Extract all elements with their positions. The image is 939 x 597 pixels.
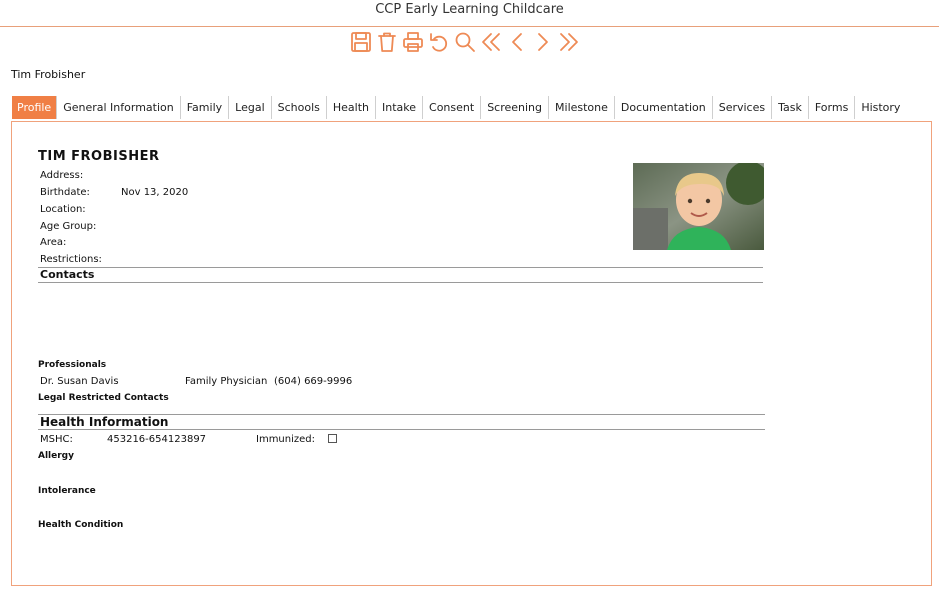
tab-schools[interactable]: Schools <box>270 96 326 119</box>
allergy-label: Allergy <box>38 451 74 461</box>
delete-button[interactable] <box>375 29 399 55</box>
tab-intake[interactable]: Intake <box>375 96 422 119</box>
area-label: Area: <box>40 237 67 248</box>
undo-button[interactable] <box>427 29 451 55</box>
restrictions-label: Restrictions: <box>40 254 102 265</box>
app-title-bar: CCP Early Learning Childcare <box>0 0 939 27</box>
legal-restricted-contacts-label: Legal Restricted Contacts <box>38 393 169 403</box>
tab-milestone[interactable]: Milestone <box>548 96 614 119</box>
professional-name: Dr. Susan Davis <box>40 376 119 387</box>
app-title: CCP Early Learning Childcare <box>375 2 564 17</box>
record-toolbar <box>349 29 583 55</box>
health-condition-label: Health Condition <box>38 520 124 530</box>
last-record-button[interactable] <box>557 29 581 55</box>
first-record-icon <box>482 33 500 51</box>
tab-screening[interactable]: Screening <box>480 96 548 119</box>
intolerance-label: Intolerance <box>38 486 96 496</box>
previous-record-button[interactable] <box>505 29 529 55</box>
print-button[interactable] <box>401 29 425 55</box>
tab-profile[interactable]: Profile <box>12 96 57 119</box>
tab-legal[interactable]: Legal <box>228 96 270 119</box>
birthdate-value: Nov 13, 2020 <box>121 187 189 198</box>
previous-record-icon <box>512 33 522 51</box>
tab-family[interactable]: Family <box>179 96 228 119</box>
last-record-icon <box>560 33 578 51</box>
child-photo <box>633 163 764 250</box>
professional-role: Family Physician <box>185 376 268 387</box>
undo-icon <box>430 33 448 52</box>
tab-bar: Profile General Information Family Legal… <box>12 96 906 119</box>
record-child-name: Tim Frobisher <box>11 68 86 81</box>
print-icon <box>403 32 423 52</box>
mshc-label: MSHC: <box>40 434 73 445</box>
immunized-checkbox[interactable] <box>328 434 337 443</box>
first-record-button[interactable] <box>479 29 503 55</box>
save-button[interactable] <box>349 29 373 55</box>
next-record-button[interactable] <box>531 29 555 55</box>
professional-phone: (604) 669-9996 <box>274 376 353 387</box>
tab-consent[interactable]: Consent <box>422 96 480 119</box>
tab-services[interactable]: Services <box>711 96 771 119</box>
age-group-label: Age Group: <box>40 221 97 232</box>
mshc-value: 453216-654123897 <box>107 434 207 445</box>
next-record-icon <box>538 33 548 51</box>
tab-history[interactable]: History <box>854 96 906 119</box>
address-label: Address: <box>40 170 84 181</box>
delete-icon <box>378 32 396 52</box>
tab-forms[interactable]: Forms <box>807 96 854 119</box>
profile-name: TIM FROBISHER <box>38 149 160 164</box>
tab-health[interactable]: Health <box>325 96 375 119</box>
search-icon <box>455 32 475 52</box>
save-icon <box>351 32 371 52</box>
contacts-section-header: Contacts <box>38 267 763 283</box>
search-button[interactable] <box>453 29 477 55</box>
health-information-section-header: Health Information <box>38 414 765 430</box>
professionals-label: Professionals <box>38 360 107 370</box>
location-label: Location: <box>40 204 86 215</box>
tab-task[interactable]: Task <box>771 96 808 119</box>
tab-general-information[interactable]: General Information <box>56 96 180 119</box>
tab-documentation[interactable]: Documentation <box>613 96 712 119</box>
immunized-label: Immunized: <box>256 434 316 445</box>
birthdate-label: Birthdate: <box>40 187 90 198</box>
